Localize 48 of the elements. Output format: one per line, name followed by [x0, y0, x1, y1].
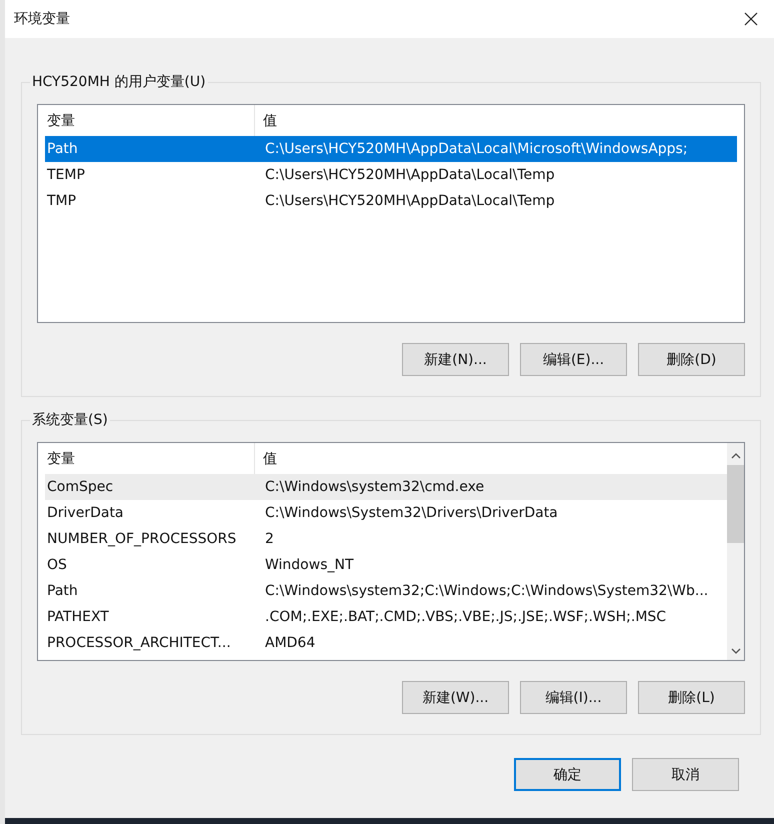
row-text: C:\Windows\system32\cmd.exe [264, 479, 486, 495]
row-text: C:\Windows\System32\Drivers\DriverData [264, 505, 559, 521]
row-text: C:\Windows\system32;C:\Windows;C:\Windows\System32\Wb... [264, 583, 710, 599]
dialog-button[interactable]: 删除(L) [638, 681, 745, 714]
row-text: C:\Users\HCY520MH\AppData\Local\Microsoft\WindowsApps; [264, 141, 689, 157]
scroll-up-icon[interactable] [730, 453, 740, 459]
row-text: Windows_NT [264, 557, 355, 573]
row-text: OS [46, 557, 68, 573]
window-title: 环境变量 [14, 10, 70, 28]
list-row[interactable]: DriverData C:\Windows\System32\Drivers\DriverData [45, 500, 727, 526]
row-text: 2 [264, 531, 275, 547]
list-row[interactable]: ComSpec C:\Windows\system32\cmd.exe [45, 474, 727, 500]
list-row[interactable]: OS Windows_NT [45, 552, 727, 578]
row-text: .COM;.EXE;.BAT;.CMD;.VBS;.VBE;.JS;.JSE;.WSF;.WSH;.MSC [264, 609, 668, 625]
scroll-thumb[interactable] [727, 465, 744, 543]
close-icon [744, 12, 758, 26]
dialog-button[interactable]: 编辑(I)... [520, 681, 627, 714]
list-row[interactable]: PATHEXT .COM;.EXE;.BAT;.CMD;.VBS;.VBE;.JS;.JSE;.WSF;.WSH;.MSC [45, 604, 727, 630]
dialog-button[interactable]: 确定 [514, 758, 621, 791]
row-text: Path [46, 141, 79, 157]
row-text: DriverData [46, 505, 125, 521]
row-text: AMD64 [264, 635, 316, 651]
row-text: C:\Users\HCY520MH\AppData\Local\Temp [264, 167, 556, 183]
list-row[interactable]: Path C:\Users\HCY520MH\AppData\Local\Microsoft\WindowsApps; [45, 136, 737, 162]
column-header[interactable]: 值 [255, 105, 737, 136]
scrollbar[interactable] [727, 443, 744, 660]
column-header[interactable]: 值 [255, 443, 727, 474]
row-text: NUMBER_OF_PROCESSORS [46, 531, 238, 547]
group-title: 系统变量(S) [30, 411, 110, 429]
dialog-button[interactable]: 编辑(E)... [520, 343, 627, 376]
dialog-button[interactable]: 删除(D) [638, 343, 745, 376]
row-text: PATHEXT [46, 609, 110, 625]
row-text: Path [46, 583, 79, 599]
scroll-down-icon[interactable] [730, 648, 740, 654]
dialog-button[interactable]: 新建(N)... [402, 343, 509, 376]
list-row[interactable]: NUMBER_OF_PROCESSORS 2 [45, 526, 727, 552]
row-text: TMP [46, 193, 78, 209]
row-text: PROCESSOR_ARCHITECT... [46, 635, 232, 651]
dialog-button[interactable]: 新建(W)... [402, 681, 509, 714]
row-text: TEMP [46, 167, 86, 183]
list-row[interactable]: PROCESSOR_ARCHITECT... AMD64 [45, 630, 727, 656]
group-title: HCY520MH 的用户变量(U) [30, 73, 208, 91]
row-text: C:\Users\HCY520MH\AppData\Local\Temp [264, 193, 556, 209]
row-text: ComSpec [46, 479, 114, 495]
list-row[interactable]: TMP C:\Users\HCY520MH\AppData\Local\Temp [45, 188, 737, 214]
list-row[interactable]: Path C:\Windows\system32;C:\Windows;C:\Windows\System32\Wb... [45, 578, 727, 604]
dialog-button[interactable]: 取消 [632, 758, 739, 791]
list-row[interactable]: TEMP C:\Users\HCY520MH\AppData\Local\Temp [45, 162, 737, 188]
